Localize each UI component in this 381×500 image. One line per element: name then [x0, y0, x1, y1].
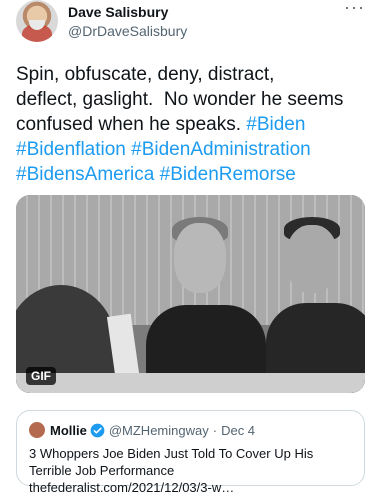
tweet-text-line: Spin, obfuscate, deny, distract, — [16, 64, 275, 85]
hashtag-link[interactable]: #BidensAmerica — [16, 164, 154, 185]
quoted-tweet[interactable]: Mollie @MZHemingway · Dec 4 3 Whoppers J… — [16, 410, 365, 495]
quoted-author-name: Mollie — [50, 422, 87, 438]
quoted-tweet-header: Mollie @MZHemingway · Dec 4 — [29, 421, 352, 439]
tweet-media-gif[interactable]: GIF — [16, 195, 365, 393]
media-person-left-head — [174, 223, 226, 293]
media-person-right-head — [286, 225, 338, 293]
quoted-date: Dec 4 — [221, 422, 256, 438]
more-horizontal-icon[interactable]: ··· — [344, 0, 365, 16]
quoted-separator: · — [212, 422, 218, 438]
hashtag-link[interactable]: #BidenAdministration — [131, 139, 311, 160]
gif-badge: GIF — [26, 367, 56, 385]
quoted-author-handle: @MZHemingway — [108, 422, 209, 438]
tweet-text-line: confused when he speaks. — [16, 114, 247, 135]
hashtag-link[interactable]: #BidenRemorse — [160, 164, 296, 185]
author-handle[interactable]: @DrDaveSalisbury — [68, 22, 187, 40]
quoted-author-avatar — [29, 422, 45, 438]
tweet-text: Spin, obfuscate, deny, distract, deflect… — [16, 62, 376, 187]
tweet-text-line: deflect, gaslight. No wonder he seems — [16, 89, 344, 110]
hashtag-link[interactable]: #Bidenflation — [16, 139, 126, 160]
hashtag-link[interactable]: #Biden — [246, 114, 305, 135]
author-name[interactable]: Dave Salisbury — [68, 3, 168, 21]
quoted-tweet-text: 3 Whoppers Joe Biden Just Told To Cover … — [29, 446, 314, 495]
verified-badge-icon — [90, 423, 105, 437]
tweet-header: Dave Salisbury @DrDaveSalisbury ··· — [16, 0, 365, 46]
author-avatar[interactable] — [16, 0, 58, 42]
media-table — [16, 373, 365, 393]
